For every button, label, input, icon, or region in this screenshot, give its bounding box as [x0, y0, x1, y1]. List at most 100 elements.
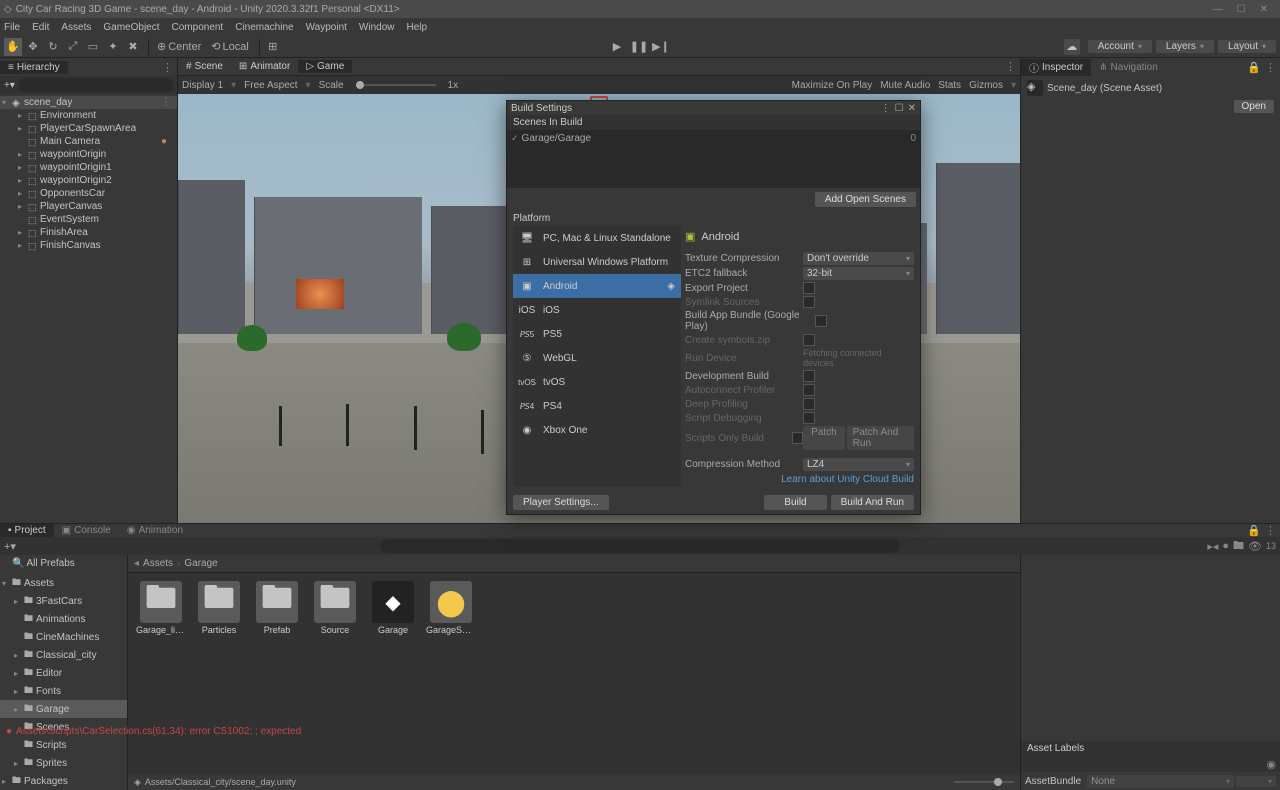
hidden-icon[interactable]: 👁 [1248, 540, 1262, 553]
inspector-tab[interactable]: ⓘ Inspector [1021, 59, 1091, 76]
platform-xbox[interactable]: ◉Xbox One [513, 418, 681, 442]
breadcrumb-folder[interactable]: Garage [184, 558, 217, 569]
maximize-on-play-toggle[interactable]: Maximize On Play [792, 80, 873, 91]
asset-folder[interactable]: Source [310, 581, 360, 635]
favorite-icon[interactable]: ● [1222, 540, 1229, 552]
dialog-menu-icon[interactable]: ⋮ [881, 103, 891, 114]
hand-tool-icon[interactable]: ✋ [4, 38, 22, 56]
platform-ps4[interactable]: 𝘗𝘚4PS4 [513, 394, 681, 418]
create-dropdown-icon[interactable]: +▾ [4, 80, 15, 91]
transform-tool-icon[interactable]: ✦ [104, 38, 122, 56]
rect-tool-icon[interactable]: ▭ [84, 38, 102, 56]
add-open-scenes-button[interactable]: Add Open Scenes [815, 192, 916, 207]
export-project-checkbox[interactable] [803, 282, 815, 294]
hierarchy-item[interactable]: EventSystem [0, 213, 177, 226]
create-dropdown-icon[interactable]: +▾ [4, 540, 16, 553]
asset-folder[interactable]: Particles [194, 581, 244, 635]
hierarchy-item[interactable]: ▸waypointOrigin1 [0, 161, 177, 174]
scale-slider[interactable] [356, 84, 436, 86]
dialog-close-icon[interactable]: ✕ [908, 103, 916, 114]
hierarchy-item[interactable]: ▸Environment [0, 109, 177, 122]
scene-path[interactable]: Garage/Garage [522, 133, 592, 144]
aspect-dropdown[interactable]: Free Aspect [244, 80, 297, 91]
rotate-tool-icon[interactable]: ↻ [44, 38, 62, 56]
open-button[interactable]: Open [1234, 100, 1274, 113]
play-button-icon[interactable]: ▶ [608, 38, 626, 56]
cloud-icon[interactable]: ☁ [1064, 39, 1080, 55]
app-bundle-checkbox[interactable] [815, 315, 827, 327]
project-folder[interactable]: ▸Classical_city [0, 646, 127, 664]
platform-android[interactable]: ▣Android◈ [513, 274, 681, 298]
lock-icon[interactable]: 🔒 [1247, 524, 1261, 537]
project-folder[interactable]: Scripts [0, 736, 127, 754]
console-tab[interactable]: ▣ Console [54, 524, 119, 537]
player-settings-button[interactable]: Player Settings... [513, 495, 609, 510]
dev-build-checkbox[interactable] [803, 370, 815, 382]
compression-dropdown[interactable]: LZ4 [803, 458, 914, 471]
breadcrumb-assets[interactable]: Assets [143, 558, 173, 569]
menu-window[interactable]: Window [359, 22, 395, 33]
close-icon[interactable]: ✕ [1260, 4, 1268, 15]
platform-ios[interactable]: iOSiOS [513, 298, 681, 322]
assets-folder[interactable]: ▾Assets [0, 574, 127, 592]
animator-tab[interactable]: ⊞ Animator [231, 60, 298, 73]
platform-standalone[interactable]: 🖥PC, Mac & Linux Standalone [513, 226, 681, 250]
hierarchy-item[interactable]: Main Camera● [0, 135, 177, 148]
asset-bundle-dropdown[interactable]: None [1087, 775, 1234, 788]
account-dropdown[interactable]: Account [1088, 40, 1152, 53]
stats-toggle[interactable]: Stats [938, 80, 961, 91]
move-tool-icon[interactable]: ✥ [24, 38, 42, 56]
packages-folder[interactable]: ▸Packages [0, 772, 127, 790]
build-and-run-button[interactable]: Build And Run [831, 495, 914, 510]
hierarchy-search[interactable] [19, 78, 173, 92]
build-button[interactable]: Build [764, 495, 826, 510]
project-folder[interactable]: ▸Fonts [0, 682, 127, 700]
hierarchy-item[interactable]: ▸OpponentsCar [0, 187, 177, 200]
panel-menu-icon[interactable]: ⋮ [1265, 61, 1276, 74]
menu-gameobject[interactable]: GameObject [103, 22, 159, 33]
custom-tool-icon[interactable]: ✖ [124, 38, 142, 56]
project-folder[interactable]: CineMachines [0, 628, 127, 646]
asset-settings[interactable]: GarageSetti... [426, 581, 476, 635]
dialog-maximize-icon[interactable]: ☐ [895, 103, 904, 114]
panel-menu-icon[interactable]: ⋮ [1265, 524, 1276, 537]
lock-icon[interactable]: 🔒 [1247, 61, 1261, 74]
asset-bundle-variant-dropdown[interactable] [1236, 776, 1276, 787]
asset-folder[interactable]: Garage_lig... [136, 581, 186, 635]
mute-audio-toggle[interactable]: Mute Audio [880, 80, 930, 91]
project-folder[interactable]: Animations [0, 610, 127, 628]
project-folder-selected[interactable]: ▸Garage [0, 700, 127, 718]
filter-icon[interactable]: ▸◂ [1207, 540, 1218, 553]
menu-cinemachine[interactable]: Cinemachine [235, 22, 293, 33]
cloud-build-link[interactable]: Learn about Unity Cloud Build [685, 472, 914, 487]
pivot-local-button[interactable]: ⟲Local [207, 38, 253, 56]
game-tab[interactable]: ▷ Game [298, 60, 352, 73]
menu-assets[interactable]: Assets [61, 22, 91, 33]
navigation-tab[interactable]: ⋔ Navigation [1091, 61, 1166, 74]
step-button-icon[interactable]: ▶❙ [652, 38, 670, 56]
scene-enabled-checkbox[interactable]: ✓ [511, 133, 519, 144]
animation-tab[interactable]: ◉ Animation [119, 524, 191, 537]
display-dropdown[interactable]: Display 1 [182, 80, 223, 91]
scene-root[interactable]: ▾scene_day⋮ [0, 96, 177, 109]
layers-dropdown[interactable]: Layers [1156, 40, 1214, 53]
pause-button-icon[interactable]: ❚❚ [630, 38, 648, 56]
menu-edit[interactable]: Edit [32, 22, 49, 33]
texture-compression-dropdown[interactable]: Don't override [803, 252, 914, 265]
scenes-in-build-list[interactable]: ✓ Garage/Garage 0 [507, 130, 920, 188]
hierarchy-item[interactable]: ▸waypointOrigin2 [0, 174, 177, 187]
project-folder[interactable]: ▸Sprites [0, 754, 127, 772]
hierarchy-tab[interactable]: ≡ Hierarchy [0, 61, 68, 74]
menu-waypoint[interactable]: Waypoint [306, 22, 347, 33]
panel-menu-icon[interactable]: ⋮ [1005, 60, 1016, 73]
platform-uwp[interactable]: ⊞Universal Windows Platform [513, 250, 681, 274]
minimize-icon[interactable]: — [1213, 4, 1223, 15]
gizmos-dropdown[interactable]: Gizmos [969, 80, 1003, 91]
folder-icon[interactable]: 🖿 [1233, 537, 1244, 556]
thumbnail-size-slider[interactable] [954, 781, 1014, 783]
platform-ps5[interactable]: 𝘗𝘚5PS5 [513, 322, 681, 346]
hierarchy-item[interactable]: ▸FinishArea [0, 226, 177, 239]
hierarchy-item[interactable]: ▸PlayerCanvas [0, 200, 177, 213]
platform-webgl[interactable]: ⑤WebGL [513, 346, 681, 370]
hierarchy-item[interactable]: ▸FinishCanvas [0, 239, 177, 252]
